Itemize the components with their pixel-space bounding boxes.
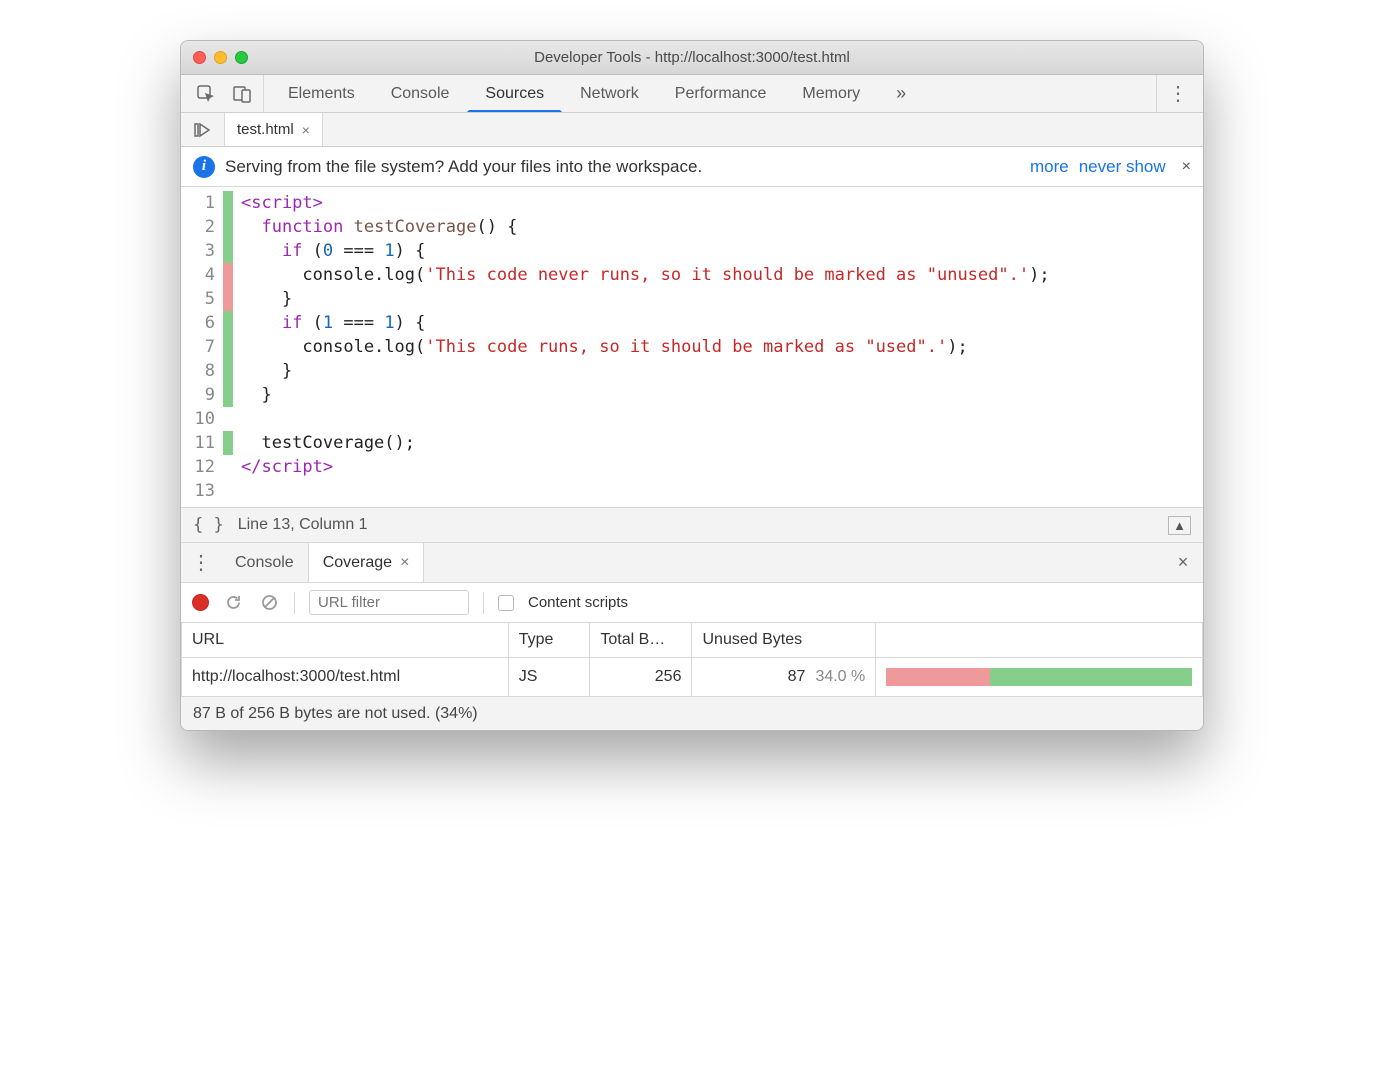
tab-overflow-button[interactable]: »: [878, 75, 924, 112]
coverage-marker: [223, 407, 233, 431]
drawer-tabbar: ⋮ Console Coverage × ×: [181, 543, 1203, 583]
drawer-tab-console[interactable]: Console: [221, 543, 308, 582]
coverage-marker: [223, 311, 233, 335]
tab-memory[interactable]: Memory: [784, 75, 878, 112]
tab-elements[interactable]: Elements: [270, 75, 373, 112]
workspace-infobar: i Serving from the file system? Add your…: [181, 147, 1203, 187]
col-usage-bar[interactable]: [876, 623, 1203, 658]
drawer-tab-coverage[interactable]: Coverage ×: [308, 543, 425, 582]
coverage-marker: [223, 431, 233, 455]
toggle-panel-icon[interactable]: ▲: [1168, 516, 1191, 535]
cell-usage-bar: [876, 658, 1203, 697]
line-number: 4: [191, 263, 215, 287]
device-toolbar-icon[interactable]: [231, 83, 253, 105]
coverage-toolbar: Content scripts: [181, 583, 1203, 623]
coverage-marker: [223, 287, 233, 311]
resume-debugger-icon[interactable]: [181, 113, 225, 146]
close-window-button[interactable]: [193, 51, 206, 64]
line-number: 7: [191, 335, 215, 359]
cursor-position: Line 13, Column 1: [238, 516, 368, 534]
col-url[interactable]: URL: [182, 623, 509, 658]
coverage-gutter: [223, 187, 233, 507]
line-number: 9: [191, 383, 215, 407]
file-tab-label: test.html: [237, 121, 294, 138]
minimize-window-button[interactable]: [214, 51, 227, 64]
coverage-table: URL Type Total B… Unused Bytes http://lo…: [181, 623, 1203, 696]
zoom-window-button[interactable]: [235, 51, 248, 64]
line-number: 2: [191, 215, 215, 239]
cell-total: 256: [590, 658, 692, 697]
settings-menu-icon[interactable]: ⋮: [1167, 83, 1189, 105]
cell-unused: 8734.0 %: [692, 658, 876, 697]
coverage-header-row: URL Type Total B… Unused Bytes: [182, 623, 1203, 658]
coverage-marker: [223, 479, 233, 503]
drawer-tab-close-icon[interactable]: ×: [400, 554, 409, 572]
col-total[interactable]: Total B…: [590, 623, 692, 658]
line-number: 6: [191, 311, 215, 335]
panel-tabbar: ElementsConsoleSourcesNetworkPerformance…: [181, 75, 1203, 113]
line-number: 12: [191, 455, 215, 479]
drawer-close-icon[interactable]: ×: [1163, 543, 1203, 582]
coverage-marker: [223, 215, 233, 239]
reload-icon[interactable]: [222, 592, 244, 614]
drawer-tab-label: Coverage: [323, 554, 392, 572]
inspect-element-icon[interactable]: [195, 83, 217, 105]
content-scripts-label: Content scripts: [528, 594, 628, 611]
infobar-message: Serving from the file system? Add your f…: [225, 157, 702, 177]
tab-network[interactable]: Network: [562, 75, 657, 112]
infobar-close-icon[interactable]: ×: [1182, 158, 1191, 176]
record-button[interactable]: [193, 595, 208, 610]
line-number: 11: [191, 431, 215, 455]
url-filter-input[interactable]: [309, 590, 469, 615]
drawer-menu-icon[interactable]: ⋮: [181, 543, 221, 582]
source-editor[interactable]: 12345678910111213 <script> function test…: [181, 187, 1203, 507]
titlebar: Developer Tools - http://localhost:3000/…: [181, 41, 1203, 75]
line-number: 3: [191, 239, 215, 263]
code-body[interactable]: <script> function testCoverage() { if (0…: [233, 187, 1203, 507]
cell-type: JS: [508, 658, 590, 697]
window-title: Developer Tools - http://localhost:3000/…: [193, 49, 1191, 66]
line-number: 10: [191, 407, 215, 431]
pretty-print-icon[interactable]: { }: [193, 515, 224, 535]
devtools-window: Developer Tools - http://localhost:3000/…: [180, 40, 1204, 731]
coverage-marker: [223, 383, 233, 407]
tab-performance[interactable]: Performance: [657, 75, 785, 112]
tab-console[interactable]: Console: [373, 75, 468, 112]
infobar-more-link[interactable]: more: [1030, 157, 1069, 177]
line-number-gutter: 12345678910111213: [181, 187, 223, 507]
infobar-never-show-link[interactable]: never show: [1079, 157, 1166, 177]
coverage-marker: [223, 359, 233, 383]
line-number: 13: [191, 479, 215, 503]
coverage-marker: [223, 239, 233, 263]
coverage-marker: [223, 263, 233, 287]
close-file-tab-icon[interactable]: ×: [302, 122, 310, 138]
line-number: 5: [191, 287, 215, 311]
file-tabbar: test.html ×: [181, 113, 1203, 147]
coverage-marker: [223, 455, 233, 479]
cell-url: http://localhost:3000/test.html: [182, 658, 509, 697]
file-tab-test-html[interactable]: test.html ×: [225, 113, 323, 146]
info-icon: i: [193, 156, 215, 178]
line-number: 1: [191, 191, 215, 215]
clear-icon[interactable]: [258, 592, 280, 614]
tab-sources[interactable]: Sources: [467, 75, 562, 112]
traffic-lights: [193, 51, 248, 64]
col-unused[interactable]: Unused Bytes: [692, 623, 876, 658]
coverage-footer: 87 B of 256 B bytes are not used. (34%): [181, 696, 1203, 730]
coverage-marker: [223, 191, 233, 215]
coverage-summary: 87 B of 256 B bytes are not used. (34%): [193, 705, 478, 723]
editor-statusbar: { } Line 13, Column 1 ▲: [181, 507, 1203, 543]
col-type[interactable]: Type: [508, 623, 590, 658]
content-scripts-checkbox[interactable]: [498, 595, 514, 611]
line-number: 8: [191, 359, 215, 383]
coverage-row[interactable]: http://localhost:3000/test.htmlJS2568734…: [182, 658, 1203, 697]
coverage-marker: [223, 335, 233, 359]
